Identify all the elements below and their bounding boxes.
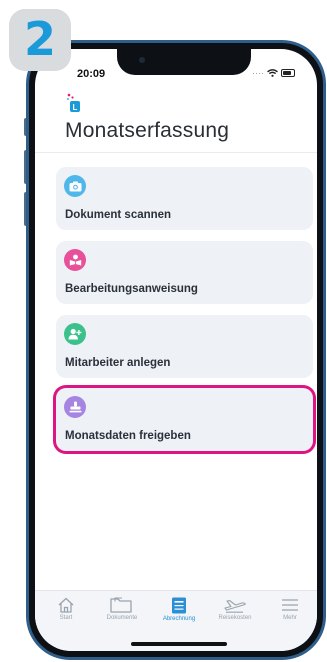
folder-icon [110, 597, 132, 613]
page-title: Monatserfassung [65, 119, 230, 142]
bottom-tab-bar: Start Dokumente Abrechnung Reisekosten M… [35, 590, 317, 651]
processing-instruction-button[interactable]: Bearbeitungsanweisung [56, 241, 313, 304]
phone-frame: 20:09 ···· L Monatserfassung Dokument sc… [26, 40, 326, 660]
scan-document-button[interactable]: Dokument scannen [56, 167, 313, 230]
home-icon [58, 597, 74, 613]
status-time: 20:09 [77, 68, 106, 80]
tab-label: Reisekosten [218, 615, 252, 621]
stamp-icon [64, 396, 86, 418]
phone-bezel: 20:09 ···· L Monatserfassung Dokument sc… [29, 43, 323, 657]
tab-start[interactable]: Start [41, 597, 91, 621]
tab-label: Dokumente [106, 615, 138, 621]
tab-dokumente[interactable]: Dokumente [97, 597, 147, 621]
battery-icon [281, 69, 295, 77]
card-label: Bearbeitungsanweisung [65, 283, 198, 295]
tutorial-screenshot: 2 20:09 ···· L Monatserfassung Dokument … [0, 0, 327, 662]
tab-label: Mehr [283, 615, 297, 621]
notch [117, 49, 251, 75]
header-divider [35, 152, 317, 153]
add-user-icon [64, 323, 86, 345]
wifi-icon [267, 69, 278, 77]
step-badge: 2 [9, 9, 71, 71]
release-monthly-data-button[interactable]: Monatsdaten freigeben [56, 388, 313, 451]
step-number: 2 [23, 12, 56, 66]
tab-label: Abrechnung [162, 616, 196, 622]
app-logo-icon: L [67, 93, 80, 112]
tab-mehr[interactable]: Mehr [265, 597, 315, 621]
tab-label: Start [59, 615, 73, 621]
status-icons: ···· [252, 68, 295, 78]
plane-icon [224, 599, 246, 613]
app-screen: 20:09 ···· L Monatserfassung Dokument sc… [35, 49, 317, 651]
card-label: Monatsdaten freigeben [65, 430, 191, 442]
svg-text:L: L [73, 103, 78, 112]
tab-reisekosten[interactable]: Reisekosten [210, 597, 260, 621]
menu-icon [282, 599, 298, 611]
billing-icon [172, 597, 186, 614]
card-label: Mitarbeiter anlegen [65, 357, 171, 369]
camera-icon [64, 175, 86, 197]
tab-abrechnung[interactable]: Abrechnung [154, 597, 204, 622]
signal-dots-icon: ···· [252, 68, 264, 78]
book-user-icon [64, 249, 86, 271]
add-employee-button[interactable]: Mitarbeiter anlegen [56, 315, 313, 378]
home-indicator [131, 642, 227, 646]
card-label: Dokument scannen [65, 209, 172, 221]
